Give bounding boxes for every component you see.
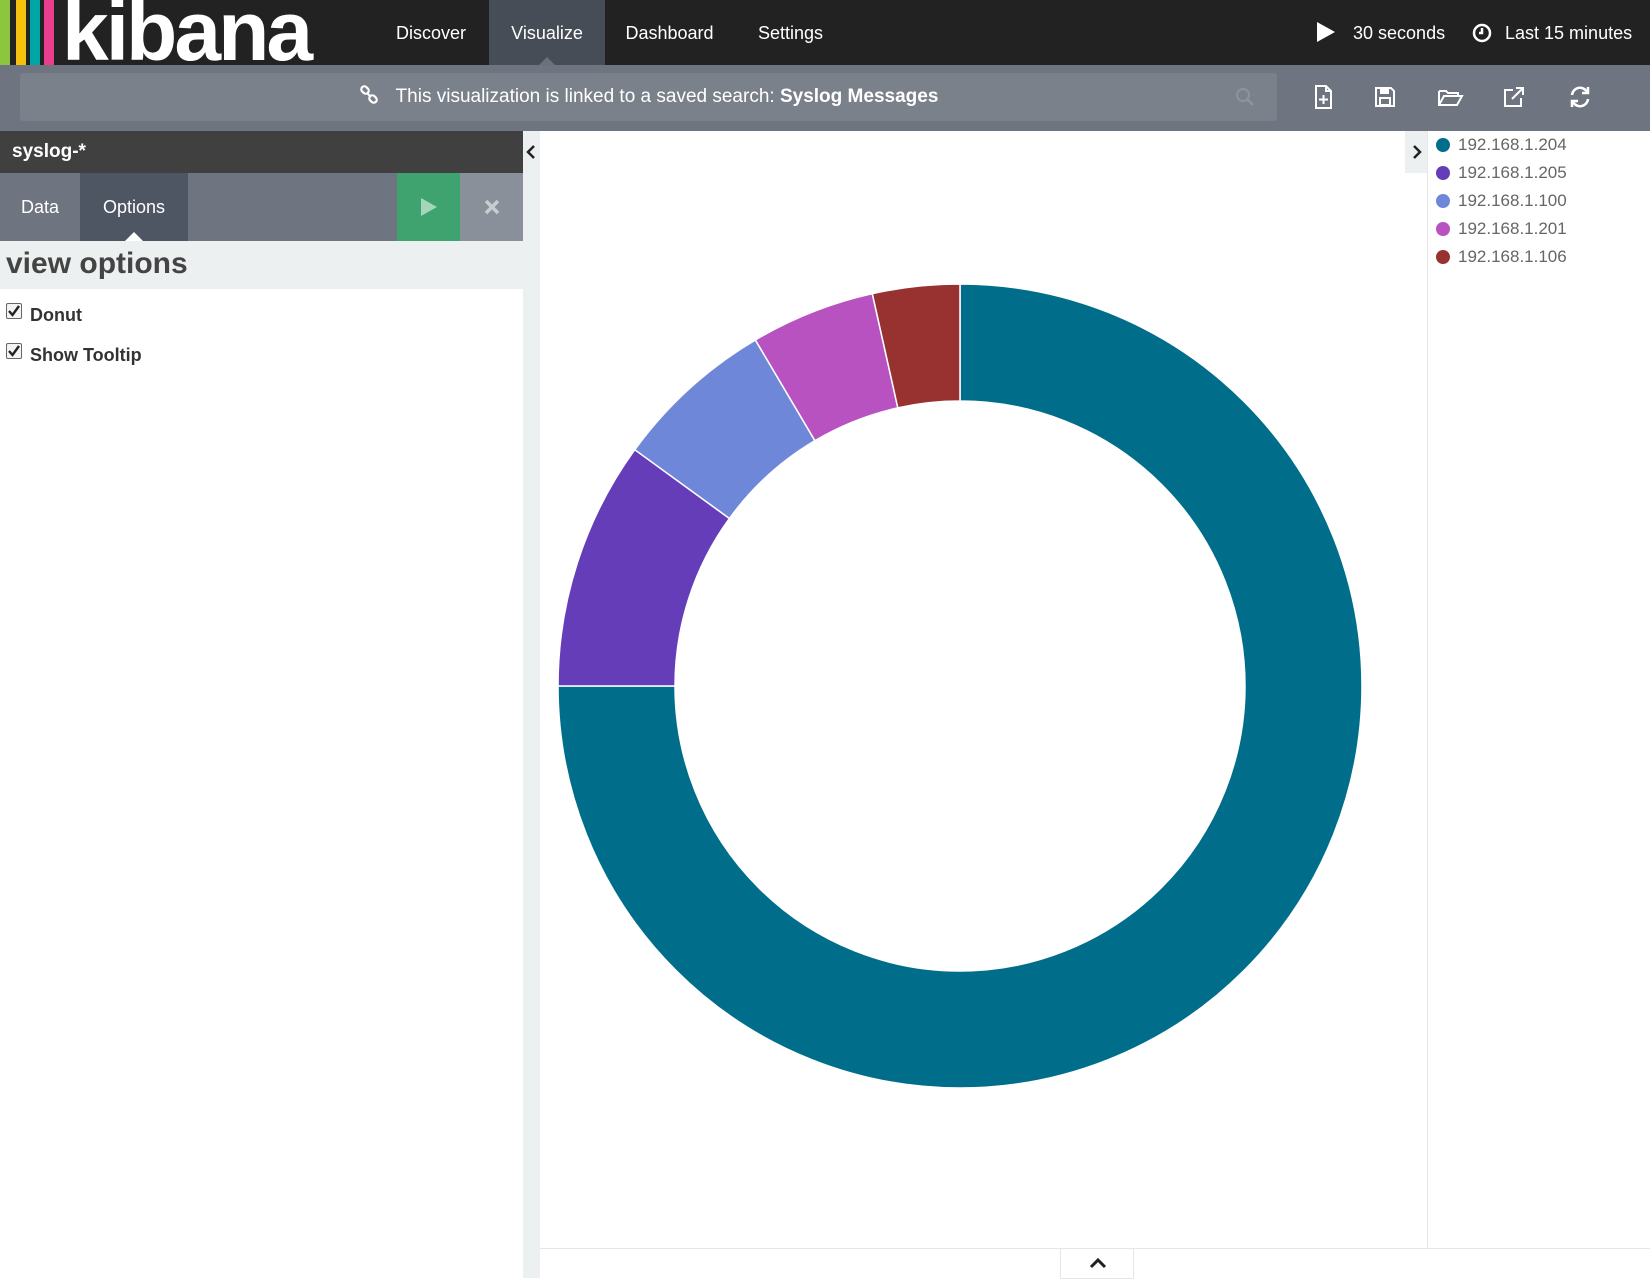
logo-stripe bbox=[16, 0, 26, 65]
apply-changes-button[interactable] bbox=[397, 173, 460, 241]
open-icon[interactable] bbox=[1436, 82, 1464, 112]
legend-color-swatch bbox=[1436, 250, 1450, 264]
tab-data[interactable]: Data bbox=[0, 173, 80, 241]
chevron-left-icon[interactable] bbox=[526, 145, 537, 159]
refresh-icon[interactable] bbox=[1566, 82, 1594, 112]
nav-tab-visualize[interactable]: Visualize bbox=[489, 0, 605, 65]
option-label: Show Tooltip bbox=[30, 345, 142, 365]
linked-prefix: This visualization is linked to a saved … bbox=[395, 86, 775, 107]
legend-color-swatch bbox=[1436, 222, 1450, 236]
tab-label: Options bbox=[102, 197, 166, 217]
chevron-right-icon bbox=[1413, 145, 1422, 159]
nav-tab-discover[interactable]: Discover bbox=[376, 0, 486, 65]
option-label: Donut bbox=[30, 305, 82, 325]
sidebar-collapse-handle[interactable] bbox=[523, 131, 540, 1278]
timepicker[interactable]: Last 15 minutes bbox=[1472, 0, 1632, 65]
legend-toggle[interactable] bbox=[1405, 131, 1427, 173]
time-range: Last 15 minutes bbox=[1505, 23, 1633, 43]
nav-tab-label: Visualize bbox=[511, 23, 583, 43]
linked-search-message: This visualization is linked to a saved … bbox=[20, 73, 1277, 121]
search-icon[interactable] bbox=[1235, 87, 1255, 107]
legend-label: 192.168.1.106 bbox=[1458, 247, 1567, 266]
nav-tab-label: Settings bbox=[757, 23, 824, 43]
logo-stripe bbox=[0, 0, 10, 65]
close-icon bbox=[484, 199, 500, 215]
sidebar-tabs: Data Options bbox=[0, 173, 523, 241]
legend-color-swatch bbox=[1436, 194, 1450, 208]
logo-stripe bbox=[30, 0, 40, 65]
new-visualization-icon[interactable] bbox=[1309, 82, 1337, 112]
play-icon bbox=[1317, 22, 1335, 42]
search-toolbar: This visualization is linked to a saved … bbox=[0, 65, 1650, 131]
sidebar: syslog-* Data Options view options Donut bbox=[0, 131, 523, 1278]
search-input[interactable]: This visualization is linked to a saved … bbox=[20, 73, 1277, 121]
auto-refresh-toggle[interactable]: 30 seconds bbox=[1316, 0, 1445, 65]
checkbox[interactable] bbox=[6, 343, 22, 359]
legend-color-swatch bbox=[1436, 138, 1450, 152]
chart-area bbox=[540, 131, 1427, 1248]
nav-tab-label: Discover bbox=[395, 23, 466, 43]
checkbox[interactable] bbox=[6, 303, 22, 319]
nav-tab-label: Dashboard bbox=[625, 23, 714, 43]
check-icon bbox=[8, 345, 20, 357]
legend-label: 192.168.1.204 bbox=[1458, 135, 1567, 154]
refresh-interval: 30 seconds bbox=[1353, 23, 1446, 43]
nav-tab-settings[interactable]: Settings bbox=[738, 0, 843, 65]
clock-icon bbox=[1472, 23, 1492, 43]
spy-toggle-button[interactable] bbox=[1060, 1249, 1134, 1279]
link-icon bbox=[359, 85, 378, 104]
tab-options[interactable]: Options bbox=[80, 173, 188, 241]
discard-changes-button[interactable] bbox=[460, 173, 523, 241]
logo-stripe bbox=[44, 0, 54, 65]
nav-tab-dashboard[interactable]: Dashboard bbox=[607, 0, 732, 65]
check-icon bbox=[8, 305, 20, 317]
view-options-header: view options bbox=[0, 241, 523, 289]
kibana-logo[interactable]: kibana bbox=[0, 0, 376, 65]
index-pattern-title: syslog-* bbox=[0, 131, 523, 173]
spy-panel-bar bbox=[540, 1248, 1650, 1279]
donut-chart bbox=[557, 283, 1363, 1089]
legend-label: 192.168.1.205 bbox=[1458, 163, 1567, 182]
legend-label: 192.168.1.100 bbox=[1458, 191, 1567, 210]
share-icon[interactable] bbox=[1500, 82, 1528, 112]
legend: 192.168.1.204 192.168.1.205 192.168.1.100 1… bbox=[1427, 131, 1650, 1248]
legend-label: 192.168.1.201 bbox=[1458, 219, 1567, 238]
section-title: view options bbox=[6, 247, 188, 280]
logo-text: kibana bbox=[62, 0, 313, 65]
legend-color-swatch bbox=[1436, 166, 1450, 180]
chevron-up-icon bbox=[1089, 1258, 1107, 1269]
top-navigation: kibana Discover Visualize Dashboard Sett… bbox=[0, 0, 1650, 65]
saved-search-name[interactable]: Syslog Messages bbox=[780, 86, 938, 107]
tab-label: Data bbox=[20, 197, 60, 217]
save-icon[interactable] bbox=[1371, 82, 1399, 112]
play-icon bbox=[421, 198, 437, 216]
